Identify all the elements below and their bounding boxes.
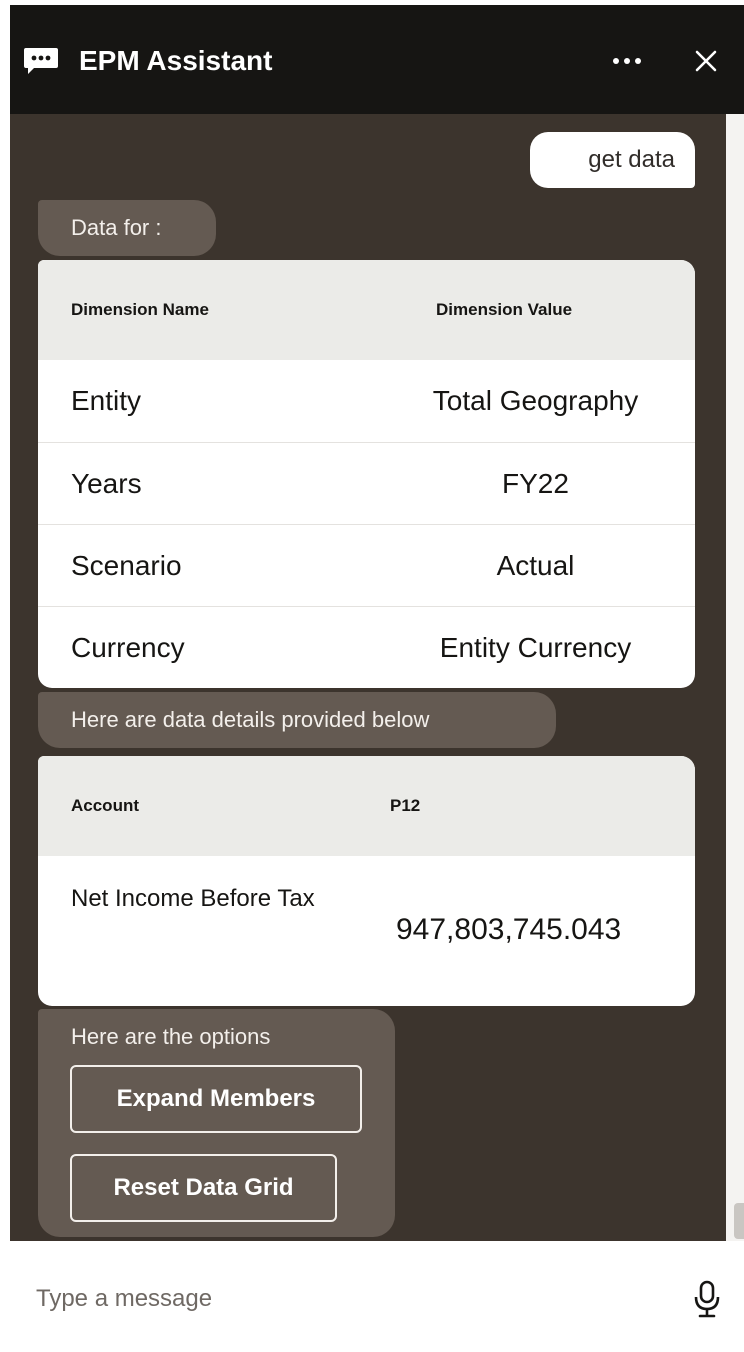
table-row: Years FY22 <box>38 442 695 524</box>
chat-bubble-icon <box>24 48 58 74</box>
chat-widget: EPM Assistant get data Data for : Dimens… <box>10 5 744 1352</box>
expand-members-button[interactable]: Expand Members <box>70 1065 362 1133</box>
more-options-button[interactable] <box>602 41 652 81</box>
close-button[interactable] <box>684 41 728 81</box>
dimension-value-cell: Actual <box>496 550 575 581</box>
bot-message-text: Data for : <box>71 215 162 240</box>
value-cell: 947,803,745.043 <box>396 913 622 946</box>
table-row: Scenario Actual <box>38 524 695 606</box>
message-input-bar[interactable]: Type a message <box>10 1241 744 1352</box>
dimension-name-cell: Years <box>71 468 142 499</box>
table-header-row: Dimension Name Dimension Value <box>38 260 695 360</box>
reset-data-grid-button[interactable]: Reset Data Grid <box>70 1154 337 1222</box>
table-header-row: Account P12 <box>38 756 695 856</box>
dimension-name-cell: Currency <box>71 632 185 663</box>
conversation-pane[interactable]: get data Data for : Dimension Name Dimen… <box>10 114 726 1241</box>
options-label: Here are the options <box>71 1024 271 1049</box>
dimension-value-cell: FY22 <box>502 468 569 499</box>
bot-message-details: Here are data details provided below <box>38 692 556 748</box>
account-cell: Net Income Before Tax <box>71 885 315 912</box>
ellipsis-icon <box>613 58 641 64</box>
column-header: Dimension Value <box>436 300 573 319</box>
dimension-name-cell: Scenario <box>71 550 182 581</box>
bot-message-data-for: Data for : <box>38 200 216 256</box>
data-table-card: Account P12 Net Income Before Tax 947,80… <box>38 756 695 1006</box>
dimension-table-card: Dimension Name Dimension Value Entity To… <box>38 260 695 688</box>
message-input[interactable]: Type a message <box>36 1279 212 1319</box>
scrollbar-thumb[interactable] <box>734 1203 744 1239</box>
column-header: Account <box>71 796 139 815</box>
column-header: Dimension Name <box>71 300 209 319</box>
table-row: Currency Entity Currency <box>38 606 695 688</box>
user-message-bubble: get data <box>530 132 695 188</box>
dimension-value-cell: Entity Currency <box>439 632 632 663</box>
dimension-name-cell: Entity <box>71 385 142 416</box>
microphone-icon[interactable] <box>692 1279 722 1319</box>
table-row: Entity Total Geography <box>38 360 695 442</box>
assistant-title: EPM Assistant <box>79 45 273 76</box>
close-icon <box>695 50 717 72</box>
table-row: Net Income Before Tax 947,803,745.043 <box>38 856 695 1006</box>
column-header: P12 <box>390 796 421 815</box>
options-bubble: Here are the options Expand Members Rese… <box>38 1009 395 1237</box>
dimension-value-cell: Total Geography <box>432 385 639 416</box>
chat-header: EPM Assistant <box>10 5 744 114</box>
scrollbar-track[interactable] <box>726 114 744 1241</box>
bot-message-text: Here are data details provided below <box>71 707 430 732</box>
